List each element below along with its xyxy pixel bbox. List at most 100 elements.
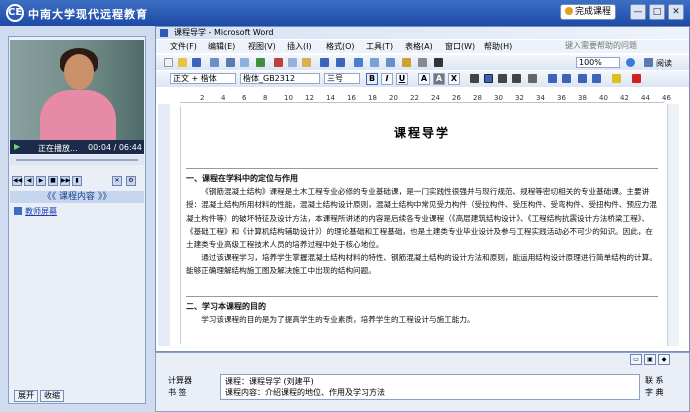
columns-icon[interactable] [386, 58, 395, 67]
copy-icon[interactable] [288, 58, 297, 67]
preview-icon[interactable] [240, 58, 249, 67]
table-icon[interactable] [370, 58, 379, 67]
doc-map-icon[interactable] [418, 58, 427, 67]
ruler-mark: 26 [452, 94, 461, 102]
maximize-button[interactable]: □ [649, 4, 665, 20]
close-video-button[interactable]: ✕ [112, 176, 122, 186]
heading-2: 二、学习本课程的目的 [186, 302, 266, 311]
menu-edit[interactable]: 编辑(E) [208, 41, 235, 52]
menu-window[interactable]: 窗口(W) [445, 41, 475, 52]
ruler-mark: 6 [242, 94, 247, 102]
contact-link[interactable]: 联 系 [645, 375, 664, 386]
dictionary-link[interactable]: 字 典 [645, 387, 664, 398]
course-item-teacher-screen[interactable]: 教师屏幕 [14, 206, 57, 218]
screen-icon [14, 207, 22, 215]
menu-tools[interactable]: 工具(T) [366, 41, 393, 52]
style-select[interactable]: 正文 + 楷体 [170, 73, 236, 84]
read-icon[interactable] [644, 58, 653, 67]
char-scale-icon[interactable]: X [448, 73, 460, 85]
decrease-indent-icon[interactable] [578, 74, 587, 83]
bold-icon[interactable]: B [366, 73, 378, 85]
spelling-icon[interactable] [256, 58, 265, 67]
char-shading-icon[interactable]: A [433, 73, 445, 85]
menu-help[interactable]: 帮助(H) [484, 41, 512, 52]
align-right-icon[interactable] [498, 74, 507, 83]
undo-icon[interactable] [320, 58, 329, 67]
hyperlink-icon[interactable] [354, 58, 363, 67]
align-left-icon[interactable] [470, 74, 479, 83]
underline-icon[interactable]: U [396, 73, 408, 85]
word-icon [160, 29, 168, 37]
paragraph-1: 《钢筋混凝土结构》课程是土木工程专业必修的专业基础课，是一门实践性很强并与现行规… [186, 187, 657, 250]
menu-insert[interactable]: 插入(I) [287, 41, 312, 52]
panel-toggle-button[interactable]: ◆ [658, 354, 670, 365]
vertical-scrollbar[interactable] [667, 104, 679, 346]
ruler-mark: 38 [578, 94, 587, 102]
section-rule-2 [186, 296, 658, 297]
font-select[interactable]: 楷体_GB2312 [240, 73, 320, 84]
menu-table[interactable]: 表格(A) [405, 41, 433, 52]
bullets-icon[interactable] [562, 74, 571, 83]
numbering-icon[interactable] [548, 74, 557, 83]
justify-icon[interactable] [512, 74, 521, 83]
show-hide-icon[interactable] [434, 58, 443, 67]
drawing-icon[interactable] [402, 58, 411, 67]
collapse-button[interactable]: 收缩 [40, 390, 64, 402]
standard-toolbar: 100% 阅读 [156, 55, 689, 70]
bottom-panel-controls: ▭ ▣ ◆ [630, 354, 672, 365]
paragraph-2: 通过该课程学习，培养学生掌握混凝土结构材料的特性、钢筋混凝土结构的设计方法和原则… [186, 253, 657, 276]
zoom-select[interactable]: 100% [576, 57, 620, 68]
print-icon[interactable] [226, 58, 235, 67]
lecture-video[interactable] [10, 40, 144, 140]
prev-button[interactable]: ◀ [24, 176, 34, 186]
stop-button[interactable]: ■ [48, 176, 58, 186]
finish-course-button[interactable]: 完成课程 [560, 4, 616, 20]
course-item-label: 教师屏幕 [25, 207, 57, 216]
rewind-button[interactable]: ◀◀ [12, 176, 22, 186]
font-color-icon[interactable] [632, 74, 641, 83]
char-border-icon[interactable]: A [418, 73, 430, 85]
panel-view-button[interactable]: ▭ [630, 354, 642, 365]
paste-icon[interactable] [302, 58, 311, 67]
help-icon[interactable] [626, 58, 635, 67]
calculator-link[interactable]: 计算器 [168, 375, 192, 386]
video-person-head [64, 54, 94, 90]
new-doc-icon[interactable] [164, 58, 173, 67]
menu-view[interactable]: 视图(V) [248, 41, 276, 52]
ruler-mark: 4 [221, 94, 226, 102]
course-info-line-1: 课程：课程导学 (刘建平) [225, 377, 314, 386]
seek-track [16, 159, 138, 161]
highlight-icon[interactable] [612, 74, 621, 83]
play-icon[interactable]: ▶ [14, 142, 20, 151]
permission-icon[interactable] [210, 58, 219, 67]
minimize-button[interactable]: — [630, 4, 646, 20]
forward-button[interactable]: ▶▶ [60, 176, 70, 186]
player-status-bar: ▶ 正在播放... 00:04 / 06:44 [10, 140, 144, 154]
help-search-input[interactable]: 键入需要帮助的问题 [565, 41, 685, 51]
open-icon[interactable] [178, 58, 187, 67]
ruler-mark: 16 [347, 94, 356, 102]
increase-indent-icon[interactable] [592, 74, 601, 83]
panel-layout-button[interactable]: ▣ [644, 354, 656, 365]
save-icon[interactable] [192, 58, 201, 67]
settings-button[interactable]: ⚙ [126, 176, 136, 186]
read-label[interactable]: 阅读 [656, 58, 672, 69]
seek-bar[interactable] [10, 155, 144, 165]
size-select[interactable]: 三号 [324, 73, 360, 84]
player-controls: ◀◀ ◀ ▶ ■ ▶▶ ▮ ✕ ⚙ [12, 176, 142, 188]
redo-icon[interactable] [336, 58, 345, 67]
logo-icon: CE [6, 4, 24, 22]
align-center-icon[interactable] [484, 74, 493, 83]
close-button[interactable]: ✕ [668, 4, 684, 20]
volume-button[interactable]: ▮ [72, 176, 82, 186]
ruler-mark: 8 [263, 94, 268, 102]
cut-icon[interactable] [274, 58, 283, 67]
app-title: 中南大学现代远程教育 [28, 8, 148, 21]
menu-file[interactable]: 文件(F) [170, 41, 197, 52]
italic-icon[interactable]: I [381, 73, 393, 85]
play-button[interactable]: ▶ [36, 176, 46, 186]
expand-button[interactable]: 展开 [14, 390, 38, 402]
menu-format[interactable]: 格式(O) [326, 41, 355, 52]
bookmark-link[interactable]: 书 签 [168, 387, 187, 398]
line-spacing-icon[interactable] [528, 74, 537, 83]
